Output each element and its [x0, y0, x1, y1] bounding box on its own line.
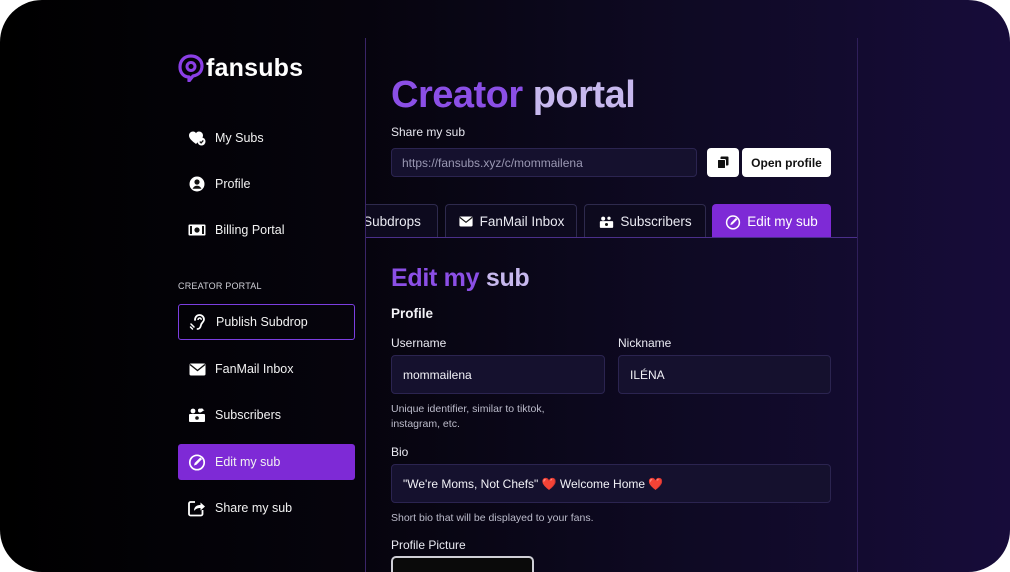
username-field[interactable]: mommailena [391, 355, 605, 394]
tab-bar: Subdrops FanMail Inbox Subscribers Edit … [366, 200, 857, 240]
tab-subdrops[interactable]: Subdrops [366, 204, 438, 238]
envelope-icon [458, 214, 474, 230]
pencil-circle-icon [725, 214, 741, 230]
sidebar-item-share-my-sub[interactable]: Share my sub [178, 490, 355, 526]
sidebar-item-edit-my-sub[interactable]: Edit my sub [178, 444, 355, 480]
bio-label: Bio [391, 445, 409, 459]
bio-field[interactable]: "We're Moms, Not Chefs" ❤️ Welcome Home … [391, 464, 831, 503]
tab-label: Subdrops [366, 214, 421, 229]
sidebar-item-my-subs[interactable]: My Subs [178, 120, 355, 156]
sidebar-item-billing-portal[interactable]: Billing Portal [178, 212, 355, 248]
sidebar-item-label: Share my sub [215, 501, 293, 515]
sidebar-item-label: Subscribers [215, 408, 281, 422]
tab-label: FanMail Inbox [479, 214, 565, 229]
tab-subscribers[interactable]: Subscribers [584, 204, 706, 238]
envelope-icon [188, 360, 206, 378]
share-label: Share my sub [391, 125, 466, 139]
page-title-part1: Creator [391, 74, 523, 116]
sidebar-item-label: FanMail Inbox [215, 362, 294, 376]
sidebar: fansubs My Subs Profile Billing Portal C… [178, 0, 356, 572]
ear-icon [189, 313, 207, 331]
edit-title-part1: Edit my [391, 264, 480, 292]
sidebar-item-fanmail-inbox[interactable]: FanMail Inbox [178, 351, 355, 387]
tab-divider [366, 237, 857, 238]
creator-portal-section-label: CREATOR PORTAL [178, 281, 262, 291]
nickname-label: Nickname [618, 336, 672, 350]
brand-name: fansubs [206, 53, 304, 82]
profile-picture-label: Profile Picture [391, 538, 466, 552]
share-url-field[interactable]: https://fansubs.xyz/c/mommailena [391, 148, 697, 177]
share-icon [188, 499, 206, 517]
username-help-line: Unique identifier, similar to tiktok, [391, 403, 545, 415]
user-circle-icon [188, 175, 206, 193]
edit-section-title: Edit my sub [391, 264, 530, 293]
sidebar-item-label: Edit my sub [215, 455, 281, 469]
app-frame: fansubs My Subs Profile Billing Portal C… [0, 0, 1010, 572]
heart-plus-icon [188, 129, 206, 147]
sidebar-item-label: Billing Portal [215, 223, 285, 237]
copy-url-button[interactable] [707, 148, 739, 177]
subscribers-icon [188, 406, 206, 424]
profile-heading: Profile [391, 306, 434, 321]
main-panel-border-left [365, 38, 366, 572]
sidebar-item-label: My Subs [215, 131, 264, 145]
brand-logo[interactable]: fansubs [178, 53, 303, 83]
open-profile-button[interactable]: Open profile [742, 148, 831, 177]
main-panel-border-right [857, 38, 858, 572]
sidebar-item-label: Publish Subdrop [216, 315, 308, 329]
money-icon [188, 221, 206, 239]
sidebar-item-label: Profile [215, 177, 251, 191]
tab-label: Edit my sub [747, 214, 818, 229]
edit-title-part2: sub [485, 264, 530, 292]
username-label: Username [391, 336, 447, 350]
sidebar-item-publish-subdrop[interactable]: Publish Subdrop [178, 304, 355, 340]
sidebar-item-profile[interactable]: Profile [178, 166, 355, 202]
profile-picture-upload[interactable] [391, 556, 534, 572]
fansubs-logo-icon [178, 54, 204, 82]
tab-edit-my-sub[interactable]: Edit my sub [712, 204, 831, 238]
username-help: Unique identifier, similar to tiktok, in… [391, 402, 544, 432]
username-help-line: instagram, etc. [391, 418, 460, 430]
subscribers-icon [598, 214, 614, 230]
page-title-part2: portal [532, 74, 636, 116]
bio-help: Short bio that will be displayed to your… [391, 512, 594, 524]
copy-icon [717, 156, 729, 169]
page-title: Creator portal [391, 74, 636, 117]
tab-fanmail-inbox[interactable]: FanMail Inbox [445, 204, 577, 238]
nickname-field[interactable]: ILÉNA [618, 355, 831, 394]
sidebar-item-subscribers[interactable]: Subscribers [178, 397, 355, 433]
tab-label: Subscribers [620, 214, 692, 229]
pencil-circle-icon [188, 453, 206, 471]
